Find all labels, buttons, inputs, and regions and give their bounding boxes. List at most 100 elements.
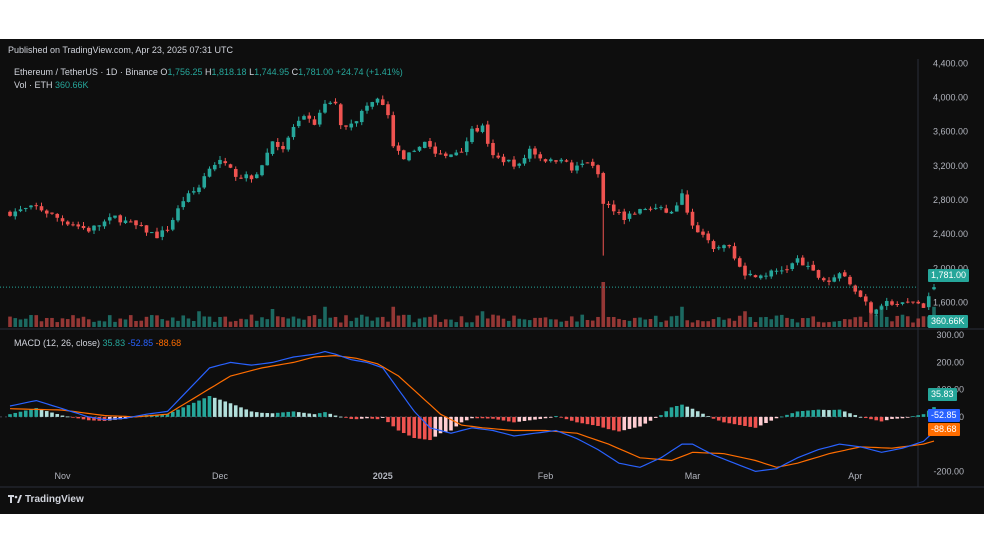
volume-bar xyxy=(622,320,627,327)
candle-body xyxy=(884,300,889,306)
macd-line-tag: -52.85 xyxy=(928,409,960,422)
candle-body xyxy=(433,146,438,154)
candle-body xyxy=(8,211,12,216)
candle-body xyxy=(113,215,117,218)
volume-bar xyxy=(386,321,390,327)
macd-histogram-bar xyxy=(286,411,291,417)
macd-histogram-bar xyxy=(29,409,33,417)
candle-body xyxy=(585,162,590,164)
macd-histogram-bar xyxy=(643,416,648,424)
volume-bar xyxy=(281,317,285,327)
volume-bar xyxy=(485,318,490,327)
macd-histogram-bar xyxy=(396,416,401,431)
price-axis-tick: 4,000.00 xyxy=(933,92,968,102)
volume-bar xyxy=(328,317,333,327)
volume-bar xyxy=(711,319,716,327)
candle-body xyxy=(239,177,243,179)
macd-label[interactable]: MACD (12, 26, close) xyxy=(14,338,100,348)
macd-histogram-bar xyxy=(674,406,679,417)
candle-body xyxy=(165,229,170,231)
tradingview-logo[interactable]: TradingView xyxy=(8,494,84,505)
volume-bar xyxy=(874,314,879,327)
volume-bar xyxy=(921,316,926,327)
macd-histogram-bar xyxy=(701,413,705,417)
macd-histogram-bar xyxy=(370,416,375,419)
macd-histogram-bar xyxy=(386,416,390,423)
volume-label[interactable]: Vol · ETH xyxy=(14,80,53,90)
macd-histogram-bar xyxy=(732,416,737,425)
price-axis-tick: 3,600.00 xyxy=(933,127,968,137)
candle-body xyxy=(706,233,711,241)
macd-histogram-bar xyxy=(254,412,259,417)
candle-body xyxy=(921,303,926,308)
candle-body xyxy=(795,258,800,263)
volume-bar xyxy=(338,322,343,327)
candle-body xyxy=(506,159,511,162)
volume-bar xyxy=(113,321,117,327)
macd-histogram-bar xyxy=(753,416,758,428)
symbol-label[interactable]: Ethereum / TetherUS · 1D · Binance xyxy=(14,67,158,77)
volume-bar xyxy=(727,318,732,327)
volume-legend: Vol · ETH 360.66K xyxy=(14,80,89,90)
macd-histogram-bar xyxy=(501,416,506,421)
candle-body xyxy=(144,225,149,233)
macd-histogram-bar xyxy=(207,396,212,417)
tradingview-logo-icon xyxy=(8,495,22,504)
macd-histogram-bar xyxy=(344,416,348,418)
volume-bar xyxy=(412,322,417,327)
volume-bar xyxy=(806,318,810,327)
candle-body xyxy=(732,246,737,259)
macd-histogram-bar xyxy=(239,407,243,417)
candle-body xyxy=(895,303,900,305)
chart-canvas[interactable]: 4,400.00 4,000.00 3,600.00 3,200.00 2,800.00… xyxy=(0,39,984,514)
macd-histogram-bar xyxy=(601,416,606,428)
macd-histogram-bar xyxy=(900,416,905,419)
volume-bar xyxy=(317,318,322,327)
macd-histogram-bar xyxy=(512,416,516,423)
candle-body xyxy=(674,205,679,212)
macd-histogram-bar xyxy=(832,409,837,417)
price-axis-tick: 1,600.00 xyxy=(933,298,968,308)
macd-histogram-bar xyxy=(795,411,800,417)
volume-bar xyxy=(160,319,165,327)
volume-bar xyxy=(380,316,385,327)
volume-bar xyxy=(23,318,28,327)
macd-histogram-bar xyxy=(622,416,627,431)
macd-histogram-bar xyxy=(349,416,354,419)
volume-bar xyxy=(197,311,201,327)
close-value: 1,781.00 xyxy=(298,67,334,77)
macd-histogram-bar xyxy=(60,415,65,417)
macd-histogram-bar xyxy=(317,413,322,417)
candle-body xyxy=(118,215,123,223)
candle-body xyxy=(359,110,364,123)
macd-histogram-bar xyxy=(186,405,191,417)
volume-bar xyxy=(543,317,548,327)
candle-body xyxy=(575,165,579,171)
volume-bar xyxy=(202,316,207,327)
candle-body xyxy=(81,225,86,229)
macd-histogram-bar xyxy=(538,416,543,419)
volume-bar xyxy=(50,317,54,327)
candle-body xyxy=(848,276,852,285)
volume-bar xyxy=(249,314,254,327)
volume-bar xyxy=(779,314,784,327)
macd-histogram-bar xyxy=(65,416,70,418)
macd-histogram-bar xyxy=(842,411,847,417)
candle-body xyxy=(291,126,296,138)
price-axis-tick: 3,200.00 xyxy=(933,161,968,171)
candle-body xyxy=(71,224,75,226)
macd-axis-tick: -200.00 xyxy=(933,466,964,476)
candle-body xyxy=(223,161,228,164)
macd-histogram-bar xyxy=(233,405,238,417)
candle-body xyxy=(853,285,858,292)
candle-body xyxy=(464,141,469,152)
candle-body xyxy=(386,104,390,116)
volume-bar xyxy=(858,316,863,327)
macd-histogram-bar xyxy=(722,416,726,423)
volume-bar xyxy=(207,316,212,327)
volume-bar xyxy=(433,314,438,327)
candle-body xyxy=(611,204,616,212)
macd-histogram-bar xyxy=(380,416,385,418)
volume-bar xyxy=(438,321,443,327)
volume-bar xyxy=(569,316,574,327)
